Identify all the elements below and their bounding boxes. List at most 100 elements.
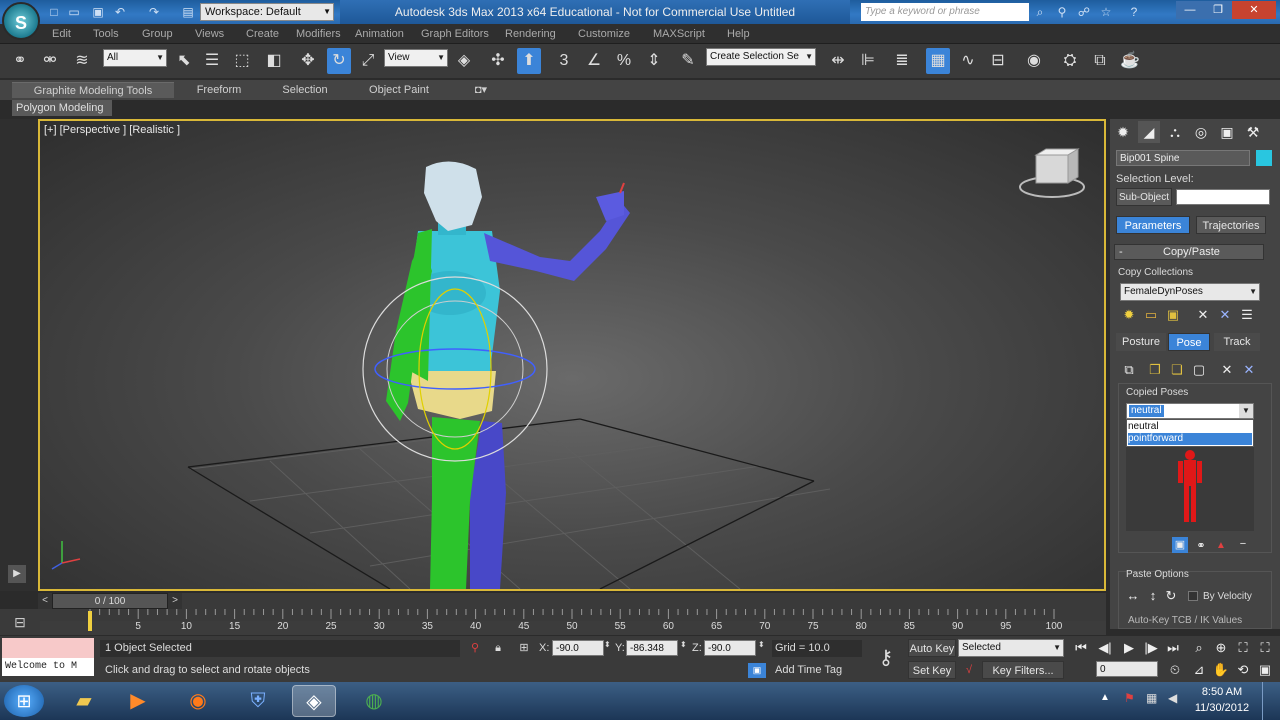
mirror-icon[interactable]: ⇹ (826, 48, 850, 74)
menu-customize[interactable]: Customize (578, 26, 630, 42)
save-collection-icon[interactable]: ▣ (1164, 306, 1182, 324)
schematic-view-icon[interactable]: ⊟ (986, 48, 1010, 74)
time-slider[interactable]: 0 / 100 (52, 593, 168, 609)
hierarchy-tab-icon[interactable]: ⛬ (1164, 121, 1186, 143)
menu-modifiers[interactable]: Modifiers (296, 26, 341, 42)
z-coordinate-field[interactable]: -90.0 (704, 640, 756, 656)
subscription-icon[interactable]: ⚲ (1054, 3, 1070, 21)
pose-option-pointforward[interactable]: pointforward (1128, 433, 1252, 445)
angle-snap-icon[interactable]: ∠ (582, 48, 606, 74)
delete-all-collections-icon[interactable]: ✕ (1216, 306, 1234, 324)
preview-key-icon[interactable]: ⚭ (1192, 537, 1210, 555)
copied-poses-dropdown[interactable]: neutral ▼ (1126, 403, 1254, 419)
posture-button[interactable]: Posture (1116, 333, 1166, 351)
media-player-taskbar-icon[interactable]: ▶ (116, 685, 160, 717)
auto-key-button[interactable]: Auto Key (908, 639, 956, 657)
preview-delete-icon[interactable]: ▲ (1212, 537, 1230, 555)
key-tangent-icon[interactable]: √ (960, 661, 978, 679)
maximize-button[interactable]: ❐ (1204, 1, 1232, 19)
maximize-viewport-icon[interactable]: ▣ (1256, 661, 1274, 679)
max-collection-icon[interactable]: ☰ (1238, 306, 1256, 324)
chrome-taskbar-icon[interactable]: ◍ (352, 685, 396, 717)
create-tab-icon[interactable]: ✹ (1112, 121, 1134, 143)
x-coordinate-field[interactable]: -90.0 (552, 640, 604, 656)
mini-curve-editor-icon[interactable]: ⊟ (0, 609, 40, 635)
preview-minimize-icon[interactable]: − (1234, 535, 1252, 553)
preview-option-icon[interactable]: ▣ (1172, 537, 1188, 553)
named-selection-dropdown[interactable]: Create Selection Se ▼ (706, 48, 816, 66)
reference-coordinate-dropdown[interactable]: View ▼ (384, 49, 448, 67)
ribbon-options-icon[interactable]: ◘▾ (468, 82, 494, 98)
add-time-tag-button[interactable]: Add Time Tag (772, 663, 862, 678)
set-key-button[interactable]: Set Key (908, 661, 956, 679)
window-crossing-icon[interactable]: ◧ (262, 48, 286, 74)
explorer-taskbar-icon[interactable]: ▰ (62, 685, 106, 717)
tray-volume-icon[interactable]: ◀ (1168, 691, 1177, 705)
spinner-snap-icon[interactable]: ⇕ (642, 48, 666, 74)
fov-icon[interactable]: ⊿ (1190, 661, 1208, 679)
tray-expand-icon[interactable]: ▲ (1100, 692, 1110, 703)
align-icon[interactable]: ⊫ (856, 48, 880, 74)
tab-graphite-modeling-tools[interactable]: Graphite Modeling Tools (12, 82, 174, 98)
next-frame-button[interactable]: > (168, 593, 182, 609)
selection-filter-dropdown[interactable]: All ▼ (103, 49, 167, 67)
delete-pose-icon[interactable]: ✕ (1218, 361, 1236, 379)
panel-polygon-modeling[interactable]: Polygon Modeling (12, 100, 112, 116)
select-scale-icon[interactable]: ⤢ (356, 48, 380, 74)
tab-selection[interactable]: Selection (266, 82, 344, 98)
go-to-start-icon[interactable]: ⏮ (1072, 639, 1090, 657)
select-link-icon[interactable]: ⚭ (8, 48, 32, 74)
modify-tab-icon[interactable]: ◢ (1138, 121, 1160, 143)
trajectories-button[interactable]: Trajectories (1196, 216, 1266, 234)
sub-object-field[interactable] (1176, 189, 1270, 205)
copy-paste-rollout[interactable]: - Copy/Paste (1114, 244, 1264, 260)
parameters-button[interactable]: Parameters (1116, 216, 1190, 234)
key-mode-dropdown[interactable]: Selected ▼ (958, 639, 1064, 657)
favorites-icon[interactable]: ☆ (1098, 3, 1114, 21)
unlink-icon[interactable]: ⚮ (38, 48, 62, 74)
bind-space-warp-icon[interactable]: ≋ (70, 48, 94, 74)
tray-flag-icon[interactable]: ⚑ (1124, 691, 1135, 705)
menu-group[interactable]: Group (142, 26, 173, 42)
zoom-extents-all-icon[interactable]: ⛶ (1256, 639, 1274, 657)
delete-all-poses-icon[interactable]: ✕ (1240, 361, 1258, 379)
clock-date[interactable]: 11/30/2012 (1192, 702, 1252, 714)
rendered-frame-icon[interactable]: ⧉ (1088, 48, 1112, 74)
menu-help[interactable]: Help (727, 26, 750, 42)
pan-icon[interactable]: ✋ (1212, 661, 1230, 679)
copy-pose-icon[interactable]: ❐ (1146, 361, 1164, 379)
object-name-field[interactable]: Bip001 Spine (1116, 150, 1250, 166)
zoom-icon[interactable]: ⌕ (1190, 639, 1208, 657)
menu-rendering[interactable]: Rendering (505, 26, 556, 42)
workspace-dropdown[interactable]: Workspace: Default ▼ (200, 3, 334, 21)
tray-network-icon[interactable]: ▦ (1146, 691, 1157, 705)
menu-graph-editors[interactable]: Graph Editors (421, 26, 489, 42)
maxscript-listener[interactable]: Welcome to M (2, 658, 94, 676)
prev-frame-button[interactable]: < (38, 593, 52, 609)
menu-create[interactable]: Create (246, 26, 279, 42)
paste-pose-icon[interactable]: ❏ (1168, 361, 1186, 379)
delete-collection-icon[interactable]: ✕ (1194, 306, 1212, 324)
menu-animation[interactable]: Animation (355, 26, 404, 42)
pose-options-list[interactable]: neutral pointforward (1126, 419, 1254, 447)
render-production-icon[interactable]: ☕ (1118, 48, 1142, 74)
minimize-button[interactable]: — (1176, 1, 1204, 19)
communication-icon[interactable]: ☍ (1076, 3, 1092, 21)
named-selection-icon[interactable]: ✎ (676, 48, 700, 74)
project-folder-icon[interactable]: ▤ (180, 3, 196, 21)
redo-icon[interactable]: ↷ (146, 3, 162, 21)
binoculars-icon[interactable]: ⌕ (1032, 3, 1048, 21)
selection-region-icon[interactable]: ⬚ (230, 48, 254, 74)
isolate-selection-icon[interactable]: ⚲ (468, 639, 482, 657)
maxscript-listener-top[interactable] (2, 638, 94, 658)
clock-time[interactable]: 8:50 AM (1196, 686, 1248, 698)
menu-tools[interactable]: Tools (93, 26, 119, 42)
undo-icon[interactable]: ↶ (112, 3, 128, 21)
tab-freeform[interactable]: Freeform (180, 82, 258, 98)
go-to-end-icon[interactable]: ⏭ (1164, 639, 1182, 657)
key-filters-button[interactable]: Key Filters... (982, 661, 1064, 679)
render-setup-icon[interactable]: ⛭ (1058, 48, 1082, 74)
select-object-icon[interactable]: ⬉ (172, 48, 196, 74)
show-desktop-button[interactable] (1262, 682, 1276, 720)
manipulate-icon[interactable]: ✣ (486, 48, 510, 74)
